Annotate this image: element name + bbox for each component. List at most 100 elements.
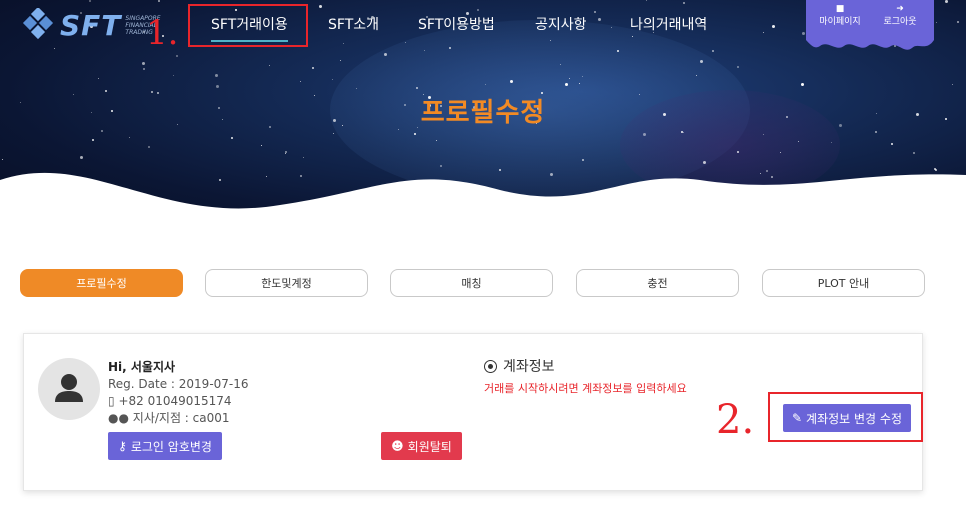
star-dot (485, 84, 486, 85)
mypage-button[interactable]: ■ 마이페이지 (810, 4, 870, 27)
star-dot (560, 64, 561, 65)
star-dot (449, 47, 451, 49)
star-dot (802, 32, 805, 35)
user-times-icon: ☻ (391, 439, 404, 453)
logout-button[interactable]: ➜ 로그아웃 (870, 4, 930, 27)
star-dot (582, 76, 583, 77)
star-dot (875, 131, 877, 133)
star-dot (763, 134, 764, 135)
star-dot (384, 53, 387, 56)
star-dot (424, 50, 425, 51)
withdraw-membership-label: 회원탈퇴 (407, 439, 452, 454)
star-dot (831, 142, 832, 143)
star-dot (398, 129, 399, 130)
annotation-step1: 1. (146, 13, 179, 53)
star-dot (569, 78, 570, 79)
star-dot (957, 21, 959, 23)
withdraw-membership-button[interactable]: ☻ 회원탈퇴 (381, 432, 462, 460)
star-dot (436, 140, 437, 141)
logo-mark-icon (22, 8, 54, 40)
star-dot (712, 50, 714, 52)
tab-limit-account[interactable]: 한도및계정 (205, 269, 368, 297)
star-dot (98, 78, 99, 79)
star-dot (617, 50, 619, 52)
nav-item-notices[interactable]: 공지사항 (535, 14, 587, 34)
mobile-phone-icon: ▯ (108, 394, 115, 408)
star-dot (143, 68, 145, 70)
user-info: Hi, 서울지사 Reg. Date : 2019-07-16 ▯ +82 01… (108, 359, 249, 427)
tab-plot-guide[interactable]: PLOT 안내 (762, 269, 925, 297)
star-dot (261, 145, 262, 146)
user-greeting: Hi, 서울지사 (108, 360, 176, 374)
star-dot (176, 55, 178, 57)
star-dot (801, 83, 804, 86)
sign-out-icon: ➜ (896, 4, 904, 14)
nav-item-my-history[interactable]: 나의거래내역 (630, 14, 707, 34)
star-dot (54, 48, 55, 49)
star-dot (683, 2, 685, 4)
star-dot (173, 75, 174, 76)
star-dot (952, 84, 953, 85)
brand-logo[interactable]: SFT SINGAPORE FINANCIAL TRADING (22, 8, 161, 42)
star-dot (683, 132, 684, 133)
star-dot (550, 40, 551, 41)
star-dot (343, 43, 344, 44)
change-password-label: 로그인 암호변경 (130, 439, 212, 454)
star-dot (101, 130, 103, 132)
star-dot (510, 80, 513, 83)
dot-circle-icon (484, 359, 497, 373)
account-info-title: 계좌정보 (503, 359, 555, 375)
users-icon: ●● (108, 411, 129, 425)
user-icon: ■ (835, 4, 845, 14)
star-dot (611, 27, 612, 28)
star-dot (798, 141, 799, 142)
star-dot (215, 74, 218, 77)
branch-row: ●● 지사/지점 : ca001 (108, 410, 249, 427)
avatar (38, 358, 100, 420)
user-menu: ■ 마이페이지 ➜ 로그아웃 (806, 0, 934, 52)
phone-row: ▯ +82 01049015174 (108, 393, 249, 410)
nav-item-how-to-use[interactable]: SFT이용방법 (418, 14, 495, 34)
star-dot (216, 85, 219, 88)
star-dot (269, 65, 270, 66)
account-warning: 거래를 시작하시려면 계좌정보를 입력하세요 (484, 382, 687, 395)
star-dot (414, 133, 416, 135)
star-dot (565, 83, 568, 86)
star-dot (579, 83, 580, 84)
star-dot (763, 32, 764, 33)
nav-item-sft-intro[interactable]: SFT소개 (328, 14, 379, 34)
page-title: 프로필수정 (420, 98, 546, 128)
star-dot (405, 42, 406, 43)
wave-divider (0, 172, 966, 228)
user-icon (55, 374, 83, 402)
star-dot (300, 81, 301, 82)
mypage-label: 마이페이지 (819, 17, 861, 27)
star-dot (312, 67, 314, 69)
star-dot (356, 88, 357, 89)
star-dot (936, 22, 937, 23)
phone-number: +82 01049015174 (118, 394, 232, 408)
tab-profile-edit[interactable]: 프로필수정 (20, 269, 183, 297)
star-dot (681, 131, 683, 133)
star-dot (332, 79, 333, 80)
annotation-box-step1 (188, 4, 308, 47)
annotation-box-step2 (768, 392, 923, 442)
star-dot (594, 11, 596, 13)
star-dot (142, 62, 145, 65)
star-dot (319, 5, 322, 8)
change-password-button[interactable]: ⚷ 로그인 암호변경 (108, 432, 222, 460)
logout-label: 로그아웃 (883, 17, 917, 27)
star-dot (148, 146, 150, 148)
annotation-step2: 2. (716, 397, 755, 443)
star-dot (772, 25, 775, 28)
star-dot (477, 9, 479, 11)
star-dot (737, 66, 739, 68)
key-icon: ⚷ (118, 439, 127, 453)
star-dot (891, 143, 893, 145)
star-dot (340, 60, 341, 61)
tab-charge[interactable]: 충전 (576, 269, 739, 297)
brand-name: SFT (60, 8, 122, 42)
tab-matching[interactable]: 매칭 (390, 269, 553, 297)
star-dot (632, 36, 633, 37)
star-dot (129, 137, 130, 138)
